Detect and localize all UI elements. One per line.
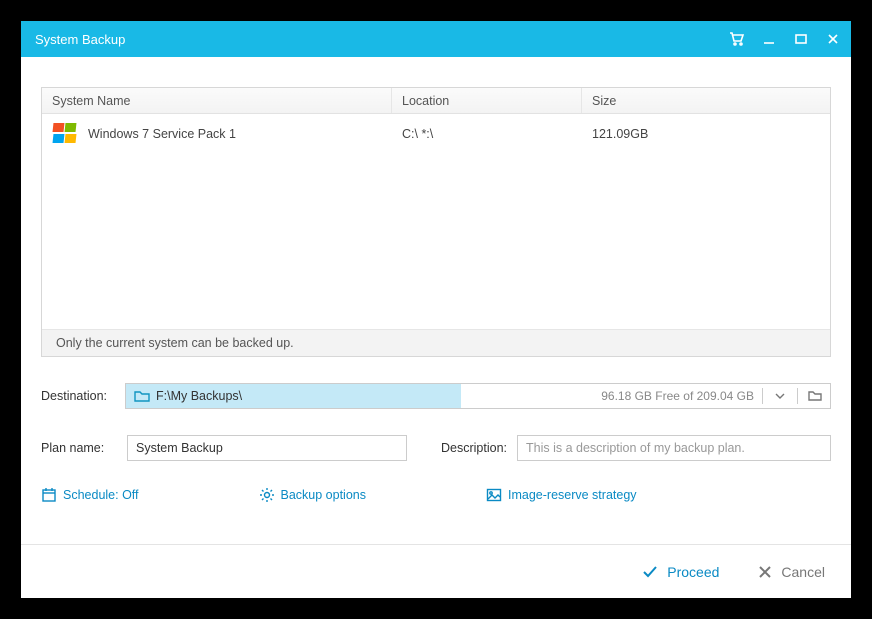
minimize-button[interactable] xyxy=(761,31,777,47)
maximize-button[interactable] xyxy=(793,31,809,47)
schedule-link[interactable]: Schedule: Off xyxy=(41,487,139,503)
table-body: Windows 7 Service Pack 1 C:\ *:\ 121.09G… xyxy=(42,114,830,329)
image-icon xyxy=(486,487,502,503)
destination-info: 96.18 GB Free of 209.04 GB xyxy=(461,387,830,405)
header-location[interactable]: Location xyxy=(392,88,582,113)
calendar-icon xyxy=(41,487,57,503)
backup-options-label: Backup options xyxy=(281,488,366,502)
plan-name-label: Plan name: xyxy=(41,441,117,455)
footer: Proceed Cancel xyxy=(21,544,851,598)
close-icon xyxy=(757,564,773,580)
check-icon xyxy=(641,563,659,581)
destination-path: F:\My Backups\ xyxy=(156,389,242,403)
header-system-name[interactable]: System Name xyxy=(42,88,392,113)
window-controls xyxy=(729,31,841,47)
destination-dropdown-button[interactable] xyxy=(771,387,789,405)
cancel-button[interactable]: Cancel xyxy=(757,564,825,580)
row-location: C:\ *:\ xyxy=(392,127,582,141)
window-title: System Backup xyxy=(35,32,729,47)
plan-row: Plan name: Description: xyxy=(41,435,831,461)
system-backup-window: System Backup System Name Location Size xyxy=(21,21,851,598)
system-table: System Name Location Size Windows 7 Serv… xyxy=(41,87,831,357)
gear-icon xyxy=(259,487,275,503)
destination-label: Destination: xyxy=(41,389,117,403)
table-header: System Name Location Size xyxy=(42,88,830,114)
description-label: Description: xyxy=(441,441,507,455)
image-reserve-label: Image-reserve strategy xyxy=(508,488,637,502)
cancel-label: Cancel xyxy=(781,564,825,580)
destination-field: F:\My Backups\ 96.18 GB Free of 209.04 G… xyxy=(125,383,831,409)
table-row[interactable]: Windows 7 Service Pack 1 C:\ *:\ 121.09G… xyxy=(42,114,830,154)
schedule-link-label: Schedule: Off xyxy=(63,488,139,502)
close-button[interactable] xyxy=(825,31,841,47)
destination-path-area[interactable]: F:\My Backups\ xyxy=(126,384,461,408)
proceed-label: Proceed xyxy=(667,564,719,580)
table-footer-note: Only the current system can be backed up… xyxy=(42,329,830,356)
description-input[interactable] xyxy=(517,435,831,461)
destination-row: Destination: F:\My Backups\ 96.18 GB Fre… xyxy=(41,383,831,409)
titlebar: System Backup xyxy=(21,21,851,57)
header-size[interactable]: Size xyxy=(582,88,830,113)
proceed-button[interactable]: Proceed xyxy=(641,563,719,581)
plan-name-input[interactable] xyxy=(127,435,407,461)
folder-open-icon xyxy=(808,390,822,402)
browse-folder-button[interactable] xyxy=(806,387,824,405)
image-reserve-link[interactable]: Image-reserve strategy xyxy=(486,487,637,503)
backup-options-link[interactable]: Backup options xyxy=(259,487,366,503)
windows-logo-icon xyxy=(52,122,78,146)
folder-icon xyxy=(134,389,150,403)
content-area: System Name Location Size Windows 7 Serv… xyxy=(21,57,851,544)
options-link-row: Schedule: Off Backup options Image-reser… xyxy=(41,487,831,503)
row-system-name: Windows 7 Service Pack 1 xyxy=(88,127,236,141)
cart-icon[interactable] xyxy=(729,31,745,47)
destination-freespace: 96.18 GB Free of 209.04 GB xyxy=(601,389,754,403)
chevron-down-icon xyxy=(774,390,786,402)
row-size: 121.09GB xyxy=(582,127,830,141)
